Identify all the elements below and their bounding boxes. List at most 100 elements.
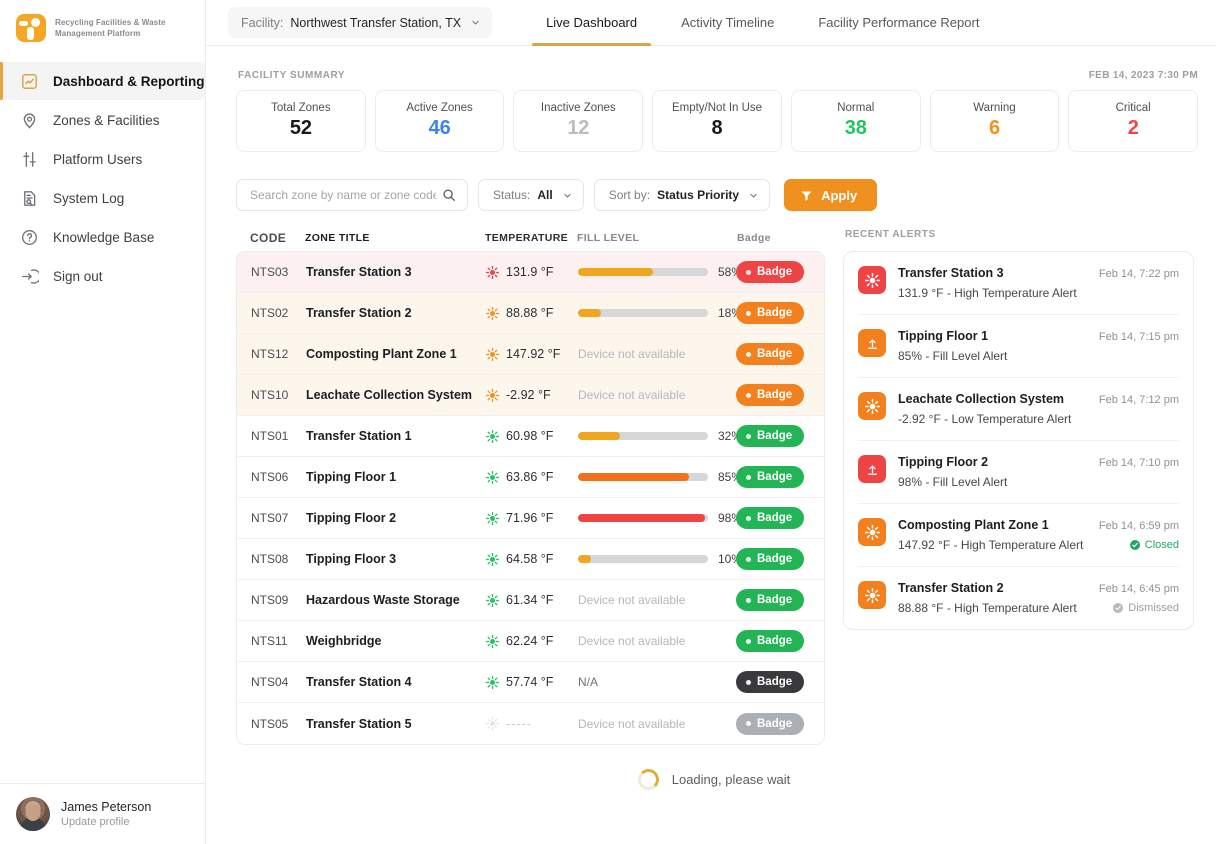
table-row[interactable]: NTS02 Transfer Station 2 88.88 °F 18% Badge [237,293,824,334]
sidebar-item-sign-out[interactable]: Sign out [0,257,205,295]
status-badge[interactable]: Badge [736,466,805,488]
fill-level-bar [578,309,708,317]
sidebar-item-system-log[interactable]: System Log [0,179,205,217]
alert-item[interactable]: Tipping Floor 2 98% - Fill Level Alert Feb… [858,441,1179,504]
sidebar-user-profile[interactable]: James Peterson Update profile [0,783,205,844]
cell-zone-title: Hazardous Waste Storage [306,593,460,607]
temperature-sun-icon [864,272,880,288]
alert-status: Dismissed [1099,602,1179,614]
temperature-value: 88.88 °F [506,306,554,320]
facility-selector[interactable]: Facility: Northwest Transfer Station, TX [228,7,493,38]
table-row[interactable]: NTS10 Leachate Collection System -2.92 °F D… [237,375,824,416]
chevron-down-icon [472,20,479,25]
status-filter-label: Status: [493,188,531,202]
cell-code: NTS11 [251,634,288,648]
status-badge[interactable]: Badge [736,261,805,283]
status-badge[interactable]: Badge [736,589,805,611]
status-badge[interactable]: Badge [736,712,805,735]
table-row[interactable]: NTS11 Weighbridge 62.24 °F Device not avail… [237,621,824,662]
tab-facility-performance-report[interactable]: Facility Performance Report [796,0,1001,46]
search-input[interactable] [250,188,436,202]
alert-item[interactable]: Transfer Station 3 131.9 °F - High Temper… [858,252,1179,315]
badge-label: Badge [757,348,793,360]
table-row[interactable]: NTS04 Transfer Station 4 57.74 °F N/A Badge [237,662,824,703]
apply-button[interactable]: Apply [784,179,878,211]
temperature-sun-icon [486,634,499,648]
status-badge[interactable]: Badge [736,343,805,365]
sidebar-item-knowledge-base[interactable]: Knowledge Base [0,218,205,256]
status-badge[interactable]: Badge [736,671,805,693]
status-badge[interactable]: Badge [736,630,805,652]
cell-code: NTS08 [251,552,289,566]
alert-item[interactable]: Tipping Floor 1 85% - Fill Level Alert Feb… [858,315,1179,378]
cell-zone-title: Tipping Floor 2 [306,511,397,525]
table-row[interactable]: NTS06 Tipping Floor 1 63.86 °F 85% Badge [237,457,824,498]
badge-dot-icon [746,392,751,398]
sidebar-item-platform-users[interactable]: Platform Users [0,140,205,178]
sidebar-item-zones-facilities[interactable]: Zones & Facilities [0,101,205,139]
cell-zone-title: Composting Plant Zone 1 [306,347,457,361]
summary-card-value: 8 [711,117,723,139]
temperature-value: 57.74 °F [506,675,554,689]
status-badge[interactable]: Badge [736,425,805,447]
alert-status-label: Dismissed [1128,602,1179,614]
temperature-sun-icon [864,524,880,540]
table-row[interactable]: NTS12 Composting Plant Zone 1 147.92 °F Dev… [237,334,824,375]
cell-temperature: 88.88 °F [486,306,578,320]
badge-dot-icon [746,638,751,644]
badge-label: Badge [757,553,793,565]
alert-body: Transfer Station 3 131.9 °F - High Temper… [898,265,1087,302]
table-row[interactable]: NTS01 Transfer Station 1 60.98 °F 32% Badge [237,416,824,457]
badge-dot-icon [746,556,751,562]
cell-fill-level: Device not available [578,388,736,402]
status-badge[interactable]: Badge [736,302,805,324]
fill-level-unavailable: Device not available [578,634,686,648]
badge-label: Badge [757,676,793,688]
sidebar-item-label: Dashboard & Reporting [53,73,205,89]
search-icon[interactable] [442,188,456,202]
table-row[interactable]: NTS07 Tipping Floor 2 71.96 °F 98% Badge [237,498,824,539]
temperature-sun-icon [486,717,499,730]
alert-item[interactable]: Composting Plant Zone 1 147.92 °F - High … [858,504,1179,567]
summary-card-label: Warning [973,102,1016,114]
fill-level-bar [578,268,708,276]
fill-level-bar-value [578,514,706,522]
alert-timestamp: Feb 14, 7:22 pm [1098,268,1179,280]
search-box[interactable] [236,179,468,211]
status-badge[interactable]: Badge [736,384,805,406]
temperature-sun-icon [858,392,886,420]
tab-activity-timeline[interactable]: Activity Timeline [659,0,796,46]
alert-timestamp: Feb 14, 7:15 pm [1098,331,1179,343]
alert-item[interactable]: Leachate Collection System -2.92 °F - Low… [858,378,1179,441]
table-row[interactable]: NTS05 Transfer Station 5 ----- Device not a… [237,703,824,744]
temperature-sun-icon [858,581,886,609]
table-row[interactable]: NTS08 Tipping Floor 3 64.58 °F 10% Badge [237,539,824,580]
badge-label: Badge [757,389,793,401]
summary-card-label: Total Zones [271,102,331,114]
cell-temperature: 71.96 °F [486,511,578,525]
cell-fill-level: 10% [578,552,742,566]
column-header-code: CODE [250,231,287,245]
badge-label: Badge [757,512,793,524]
alert-zone-name: Tipping Floor 2 [898,455,989,469]
alert-item[interactable]: Transfer Station 2 88.88 °F - High Temper… [858,567,1179,629]
temperature-value: 64.58 °F [506,552,554,566]
cell-temperature: 147.92 °F [486,347,578,361]
table-row[interactable]: NTS09 Hazardous Waste Storage 61.34 °F Devi… [237,580,824,621]
cell-code: NTS03 [251,265,289,279]
sidebar-item-dashboard-reporting[interactable]: Dashboard & Reporting [0,62,205,100]
fill-level-bar-value [578,309,602,317]
alert-timestamp: Feb 14, 6:45 pm [1098,583,1179,595]
alert-meta: Feb 14, 6:59 pm Closed [1099,517,1179,551]
status-filter-dropdown[interactable]: Status: All [478,179,584,211]
table-row[interactable]: NTS03 Transfer Station 3 131.9 °F 58% Badge [237,252,824,293]
temperature-value: ----- [506,716,532,731]
temperature-value: 61.34 °F [506,593,554,607]
status-badge[interactable]: Badge [736,507,805,529]
temperature-sun-icon [486,265,499,279]
update-profile-link[interactable]: Update profile [61,815,151,830]
status-badge[interactable]: Badge [736,548,805,570]
sort-by-dropdown[interactable]: Sort by: Status Priority [593,179,771,211]
fill-level-bar [578,555,708,563]
tab-live-dashboard[interactable]: Live Dashboard [524,0,659,46]
